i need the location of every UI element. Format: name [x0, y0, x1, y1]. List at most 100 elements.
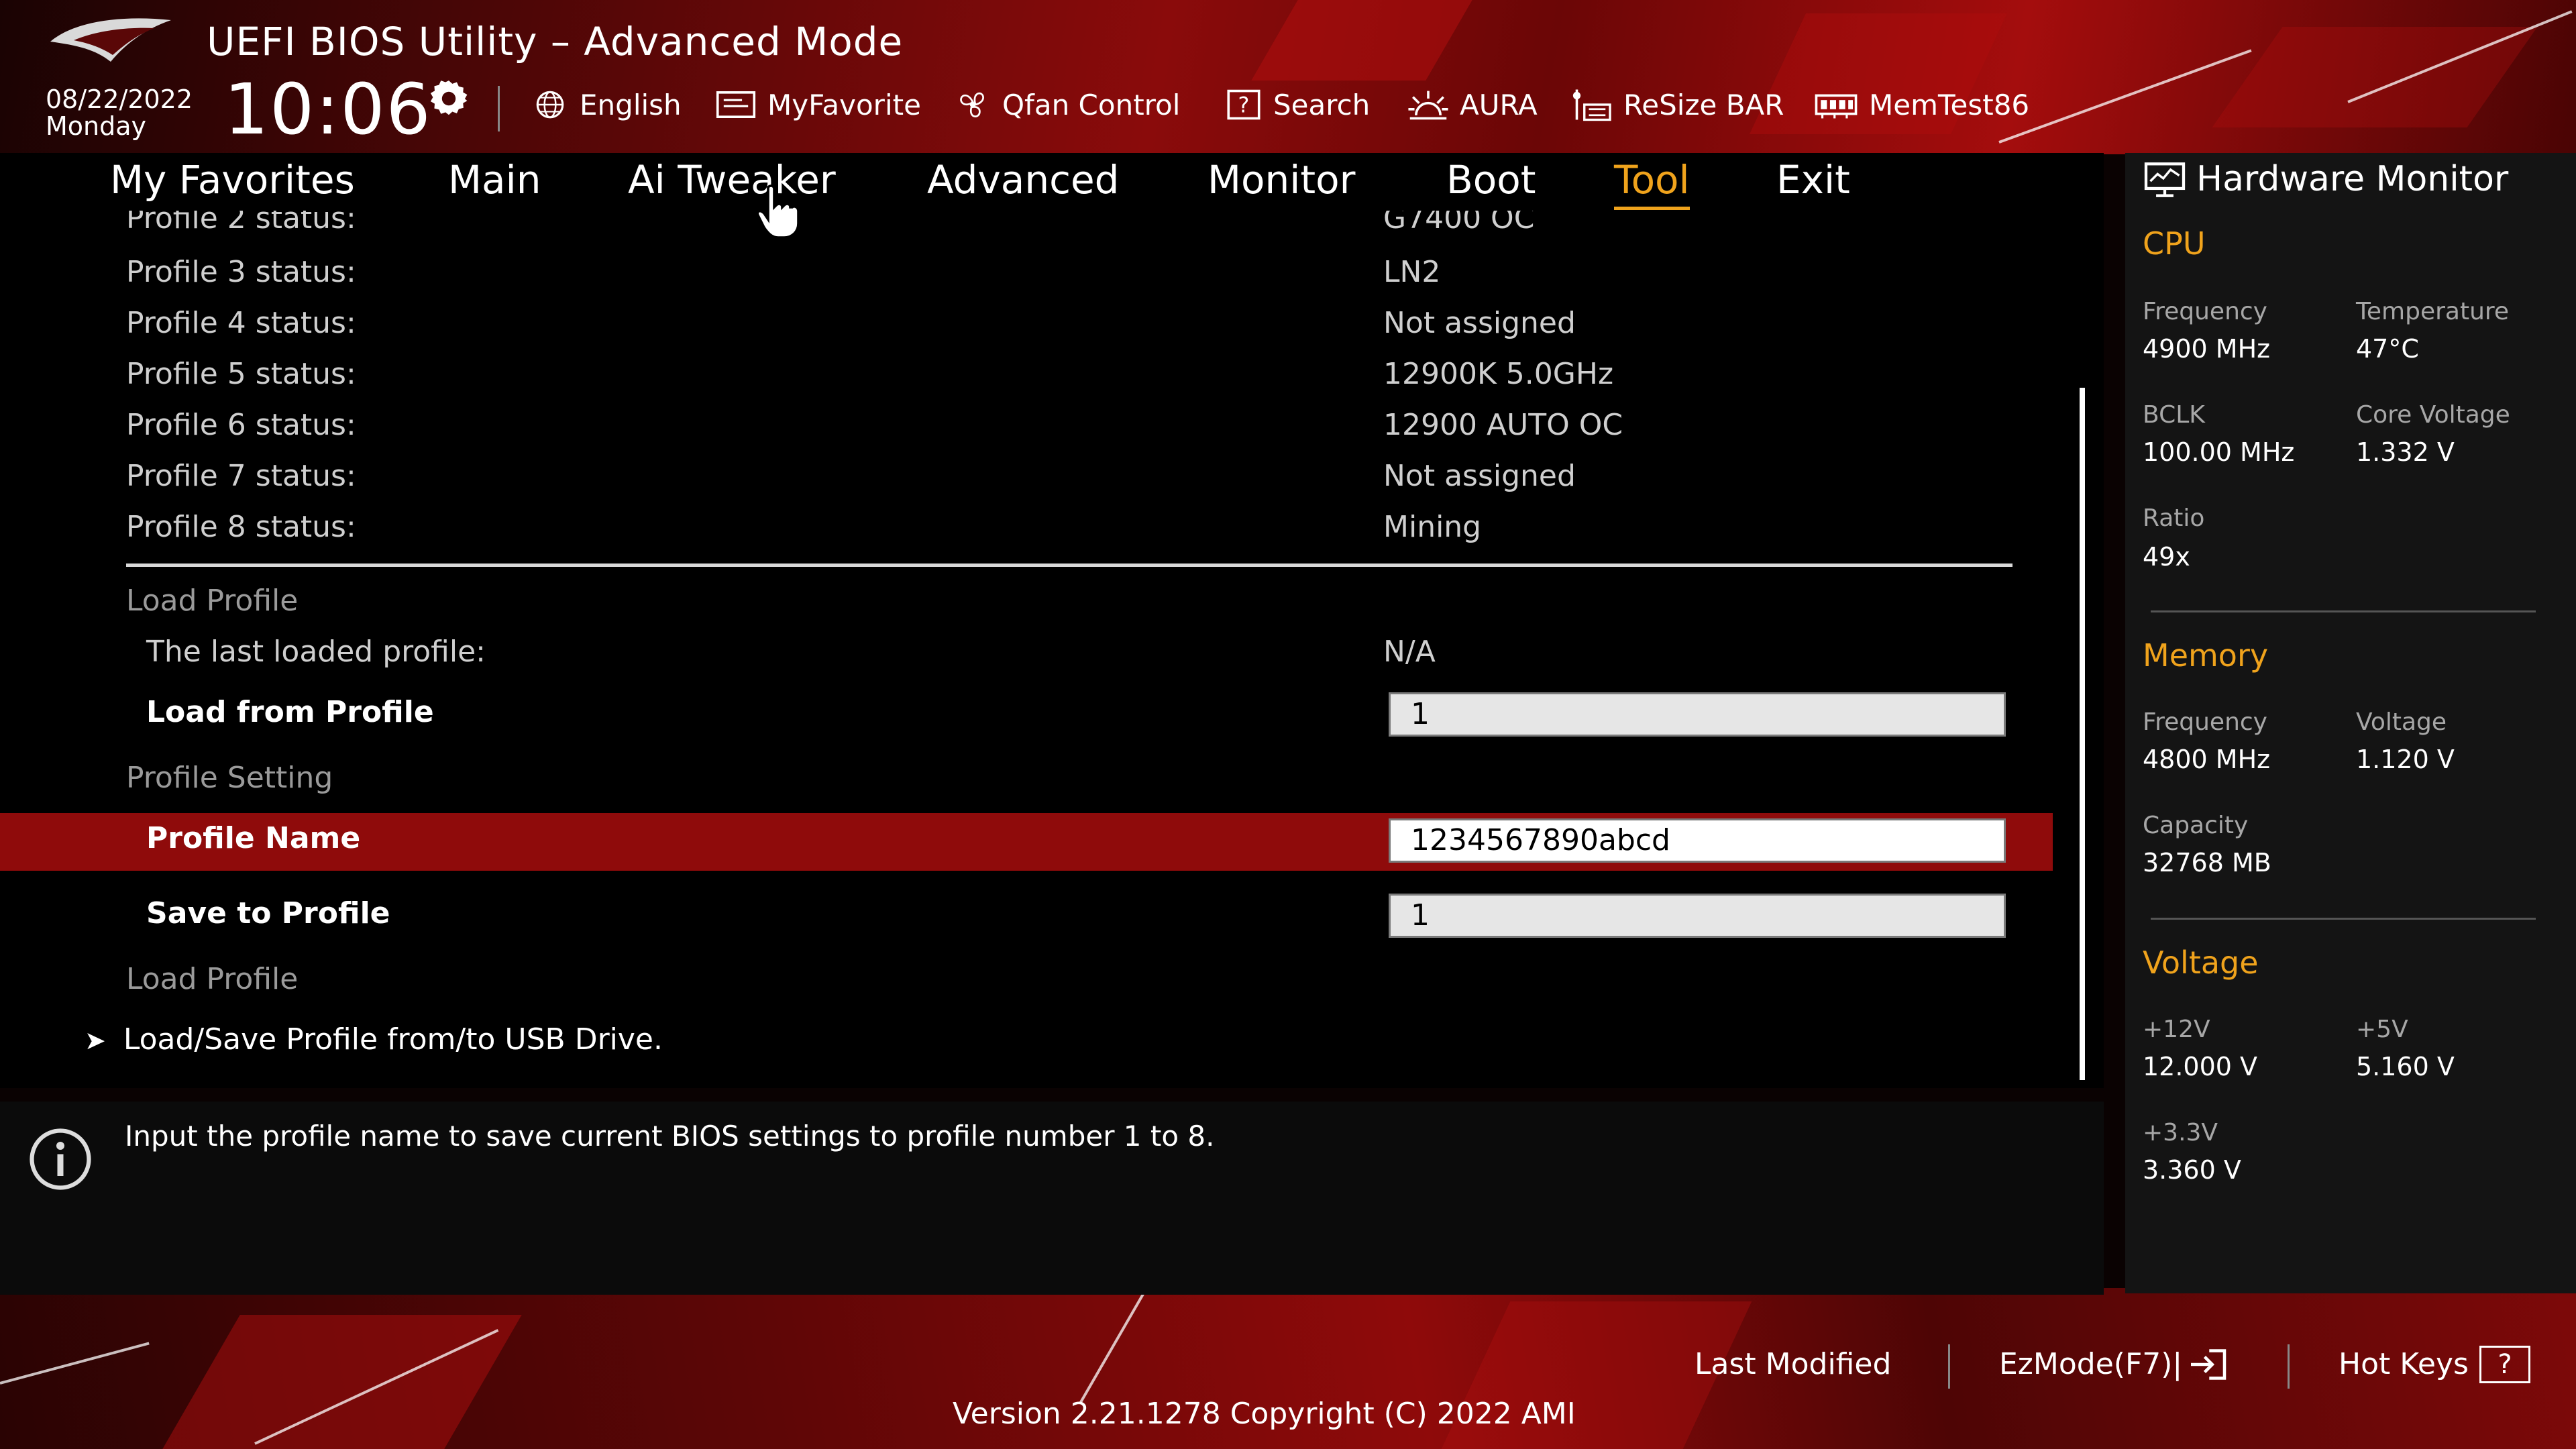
toolbar-aura[interactable]: AURA — [1406, 85, 1538, 125]
version-text: Version 2.21.1278 Copyright (C) 2022 AMI — [953, 1397, 1576, 1431]
profile-status-value: Mining — [1383, 510, 1482, 544]
exit-arrow-icon — [2191, 1349, 2226, 1380]
hw-divider — [2151, 918, 2536, 920]
load-profile-section-label-2: Load Profile — [126, 962, 299, 996]
toolbar-label: MyFavorite — [767, 88, 921, 121]
load-from-profile-label[interactable]: Load from Profile — [146, 692, 434, 733]
profile-setting-section-label: Profile Setting — [126, 761, 333, 795]
hw-label: Temperature — [2356, 298, 2510, 325]
profile-status-value: 12900 AUTO OC — [1383, 408, 1623, 442]
usb-profile-label: Load/Save Profile from/to USB Drive. — [123, 1022, 663, 1057]
hw-value: 4900 MHz — [2143, 334, 2271, 364]
aura-icon — [1408, 91, 1448, 120]
resize-bar-icon — [1572, 89, 1611, 121]
toolbar-myfavorite[interactable]: MyFavorite — [714, 85, 921, 125]
tab-my-favorites[interactable]: My Favorites — [110, 153, 355, 207]
save-to-profile-label[interactable]: Save to Profile — [146, 894, 390, 934]
profile-status-label: Profile 7 status: — [126, 459, 356, 493]
tab-main[interactable]: Main — [448, 153, 541, 207]
tab-exit[interactable]: Exit — [1776, 153, 1850, 207]
toolbar-english[interactable]: English — [530, 85, 682, 125]
hw-value: 12.000 V — [2143, 1052, 2258, 1081]
last-loaded-profile-value: N/A — [1383, 635, 1436, 669]
toolbar-search[interactable]: ? Search — [1224, 85, 1370, 125]
toolbar-label: ReSize BAR — [1623, 88, 1784, 121]
hw-divider — [2151, 610, 2536, 612]
tab-advanced[interactable]: Advanced — [927, 153, 1120, 207]
hw-label: +12V — [2143, 1016, 2210, 1043]
profile-name-label[interactable]: Profile Name — [146, 818, 360, 859]
chevron-right-icon: ➤ — [85, 1026, 106, 1055]
hw-label: Frequency — [2143, 298, 2267, 325]
profile-status-value: LN2 — [1383, 255, 1441, 289]
profile-status-value: G7400 OC — [1383, 211, 1535, 235]
footer-divider — [1948, 1344, 1950, 1389]
profile-status-label: Profile 2 status: — [126, 211, 356, 235]
hw-label: Frequency — [2143, 708, 2267, 736]
profile-status-value: 12900K 5.0GHz — [1383, 357, 1614, 391]
hw-label: Capacity — [2143, 812, 2249, 839]
usb-profile-menu-item[interactable]: ➤ Load/Save Profile from/to USB Drive. — [85, 1020, 663, 1061]
memtest-icon — [1815, 94, 1858, 119]
search-icon: ? — [1227, 89, 1260, 120]
toolbar-memtest86[interactable]: MemTest86 — [1813, 85, 2029, 125]
profile-status-label: Profile 3 status: — [126, 255, 356, 289]
profile-status-label: Profile 4 status: — [126, 306, 356, 340]
hw-section-voltage: Voltage — [2143, 945, 2259, 981]
load-profile-section-label: Load Profile — [126, 584, 299, 618]
hw-value: 47°C — [2356, 334, 2419, 364]
last-loaded-profile-label: The last loaded profile: — [146, 635, 486, 669]
hw-label: BCLK — [2143, 401, 2205, 429]
gear-icon[interactable] — [425, 75, 472, 122]
profile-name-field[interactable]: 1234567890abcd — [1389, 818, 2006, 863]
hw-value: 1.332 V — [2356, 437, 2455, 467]
load-from-profile-field[interactable]: 1 — [1389, 692, 2006, 737]
hw-section-memory: Memory — [2143, 637, 2269, 674]
hw-label: Ratio — [2143, 504, 2205, 532]
ezmode-button[interactable]: EzMode(F7)| — [1999, 1344, 2228, 1385]
toolbar-label: Search — [1273, 88, 1371, 121]
globe-icon — [536, 91, 564, 119]
footer-divider — [2288, 1344, 2290, 1389]
profile-status-label: Profile 5 status: — [126, 357, 356, 391]
section-divider — [126, 564, 2012, 567]
hw-label: +3.3V — [2143, 1119, 2218, 1146]
hw-value: 1.120 V — [2356, 745, 2455, 774]
app-title: UEFI BIOS Utility – Advanced Mode — [207, 19, 904, 64]
profile-status-value: Not assigned — [1383, 459, 1576, 493]
info-icon — [30, 1128, 91, 1190]
toolbar-qfan-control[interactable]: Qfan Control — [953, 85, 1180, 125]
rog-logo — [50, 18, 171, 62]
hw-value: 5.160 V — [2356, 1052, 2455, 1081]
clock-display[interactable]: 10:06 — [224, 72, 432, 146]
hw-value: 100.00 MHz — [2143, 437, 2295, 467]
hand-cursor-icon — [756, 184, 800, 239]
hw-value: 4800 MHz — [2143, 745, 2271, 774]
help-text: Input the profile name to save current B… — [125, 1120, 1215, 1152]
day-display: Monday — [46, 111, 147, 141]
toolbar-resize-bar[interactable]: ReSize BAR — [1570, 85, 1784, 125]
toolbar-label: MemTest86 — [1869, 88, 2030, 121]
tab-boot[interactable]: Boot — [1446, 153, 1536, 207]
save-to-profile-field[interactable]: 1 — [1389, 894, 2006, 938]
hot-keys-label: Hot Keys — [2339, 1347, 2469, 1381]
fan-icon — [960, 92, 984, 117]
last-modified-button[interactable]: Last Modified — [1695, 1344, 1891, 1385]
hw-value: 32768 MB — [2143, 848, 2271, 877]
header-divider — [498, 86, 500, 131]
profile-status-value: Not assigned — [1383, 306, 1576, 340]
hw-value: 49x — [2143, 542, 2190, 572]
hw-label: Voltage — [2356, 708, 2447, 736]
tab-tool[interactable]: Tool — [1614, 153, 1690, 210]
hardware-monitor-title: Hardware Monitor — [2196, 159, 2509, 199]
monitor-icon — [2144, 162, 2186, 197]
ezmode-label: EzMode(F7)| — [1999, 1347, 2183, 1381]
scrollbar[interactable] — [2080, 388, 2085, 1080]
tab-monitor[interactable]: Monitor — [1208, 153, 1355, 207]
hw-section-cpu: CPU — [2143, 225, 2206, 262]
toolbar-label: AURA — [1460, 88, 1538, 121]
hw-value: 3.360 V — [2143, 1155, 2241, 1185]
hot-keys-button[interactable]: Hot Keys ? — [2339, 1344, 2530, 1385]
hw-label: +5V — [2356, 1016, 2408, 1043]
profile-status-label: Profile 6 status: — [126, 408, 356, 442]
